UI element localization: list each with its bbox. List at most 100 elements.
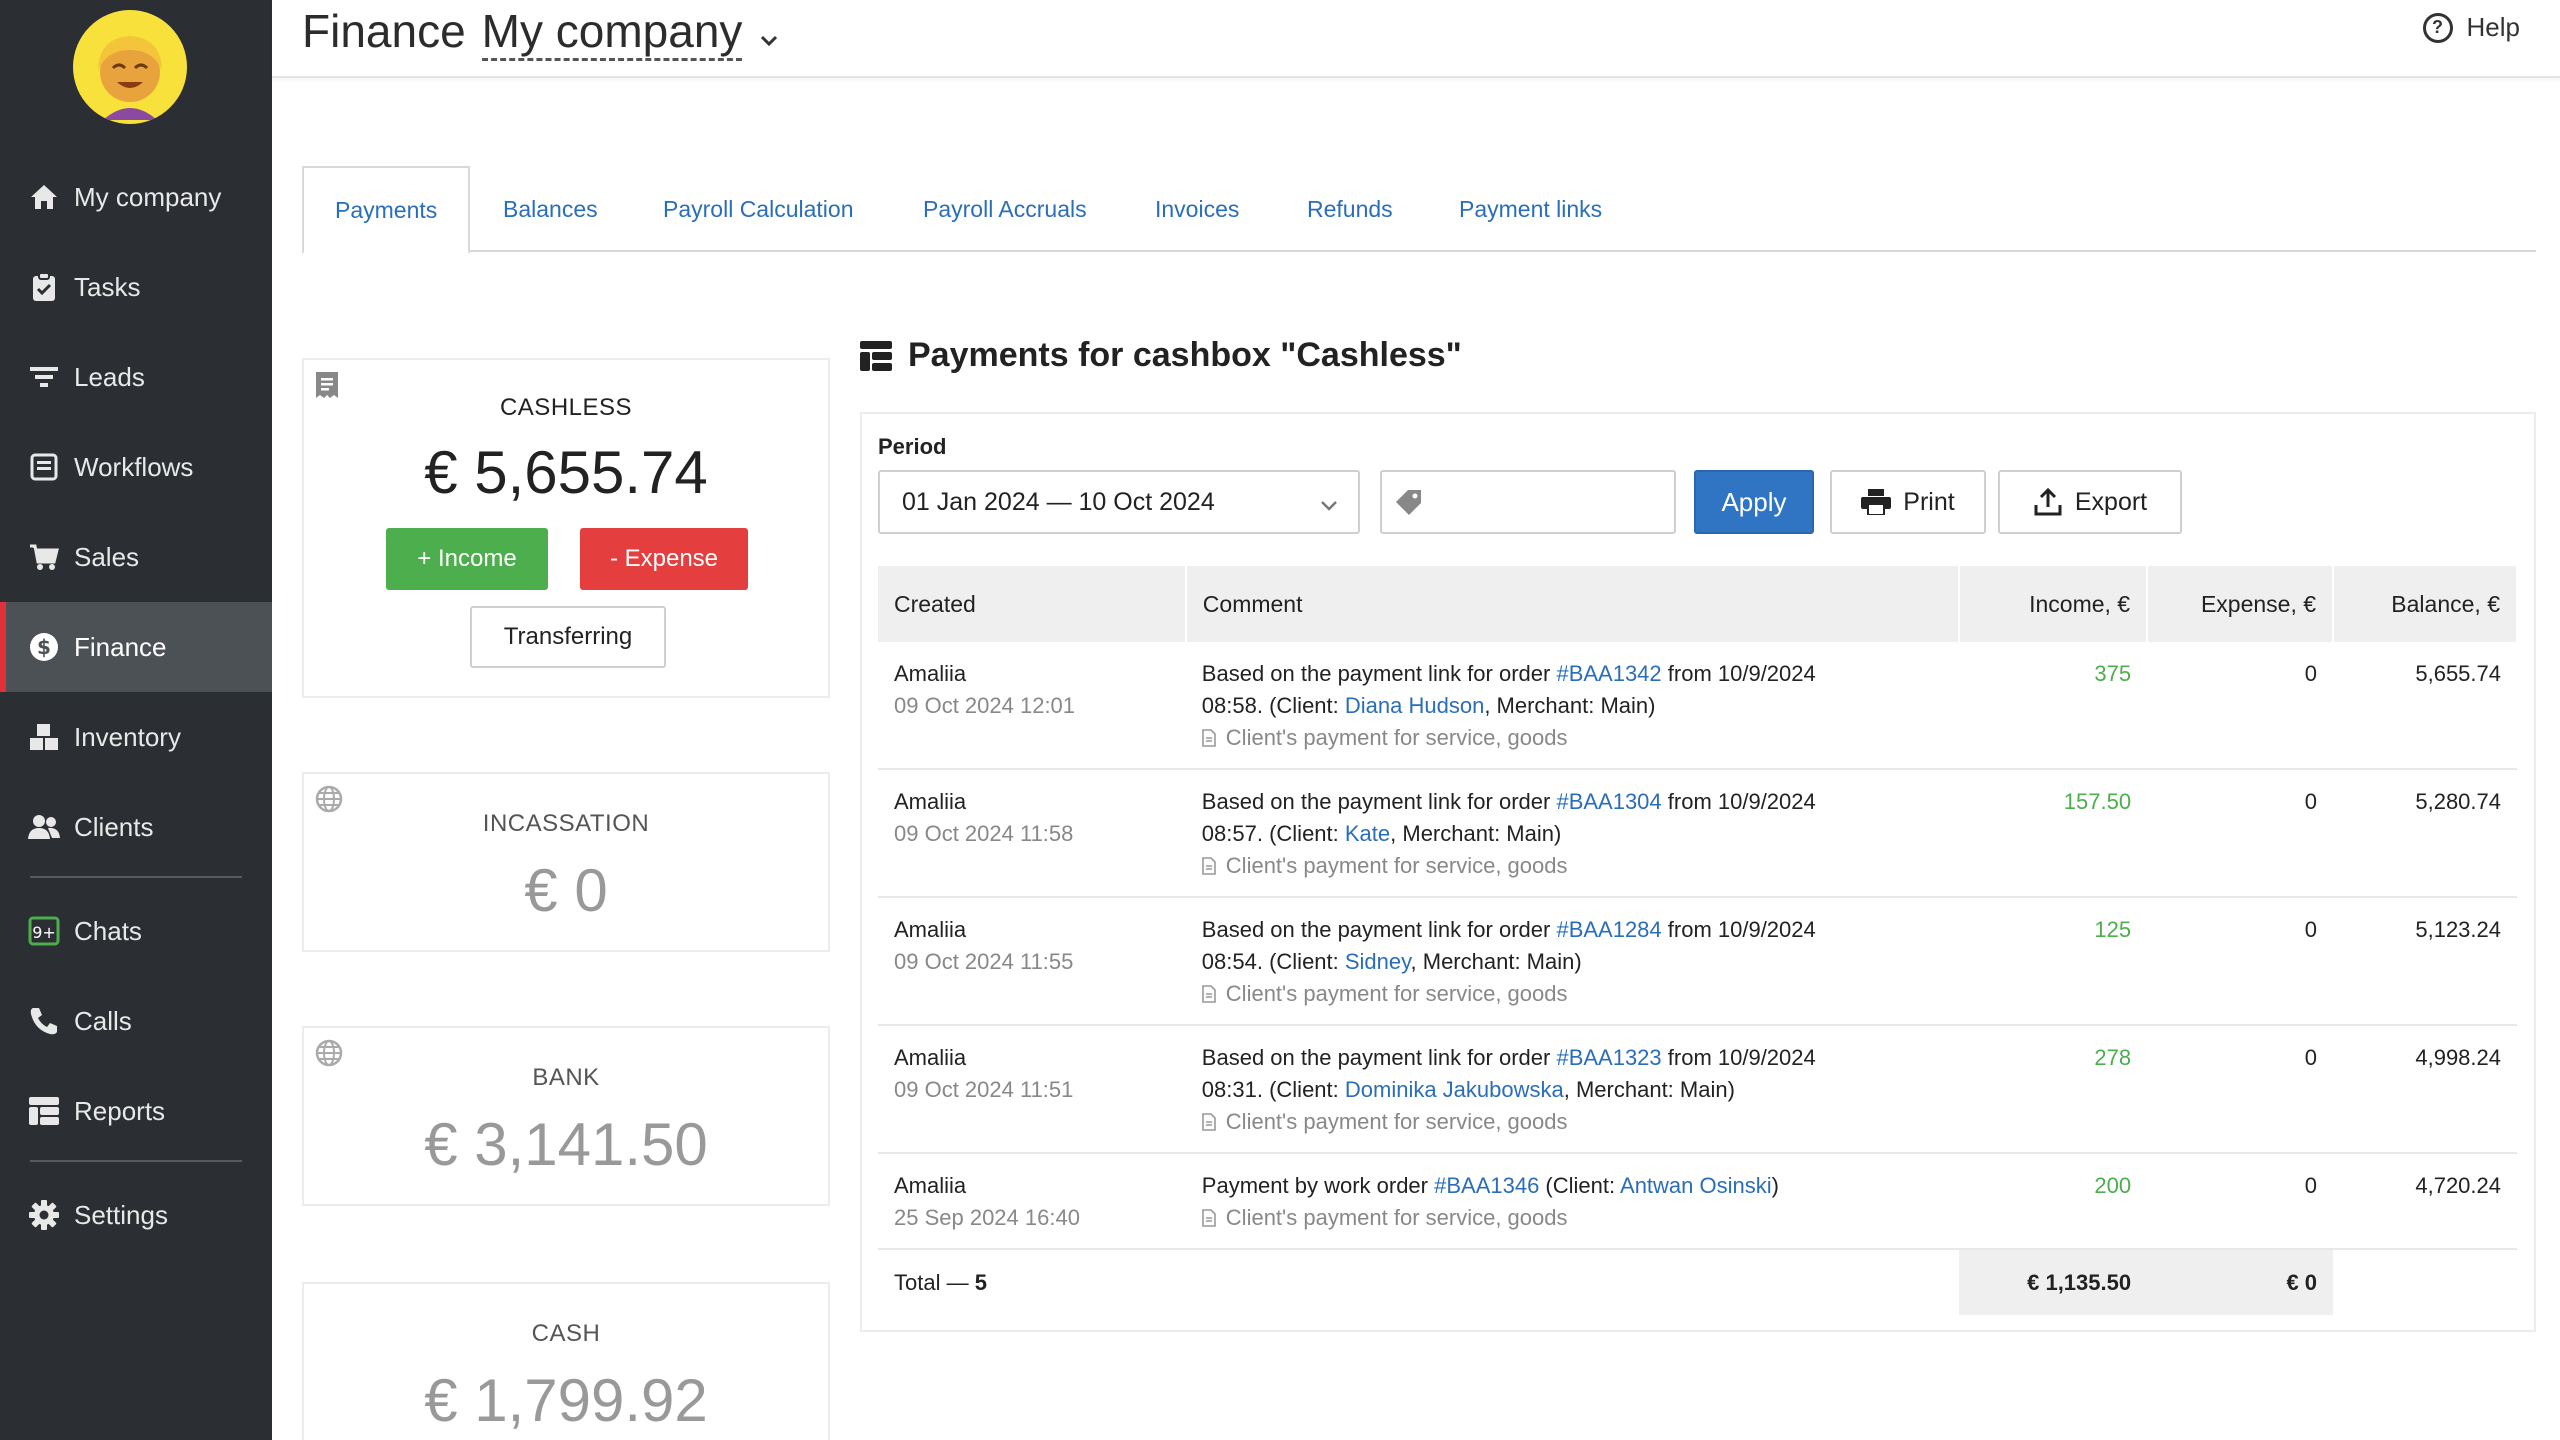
phone-icon: [28, 1005, 60, 1037]
order-link[interactable]: #BAA1342: [1556, 661, 1661, 686]
sidebar-item-tasks[interactable]: Tasks: [0, 242, 272, 332]
cashbox-card-incassation[interactable]: INCASSATION € 0: [302, 772, 830, 952]
col-created[interactable]: Created: [878, 566, 1187, 642]
transferring-button[interactable]: Transferring: [470, 606, 666, 668]
expense-value: 0: [2147, 769, 2334, 898]
sidebar-item-settings[interactable]: Settings: [0, 1170, 272, 1260]
created-date: 25 Sep 2024 16:40: [894, 1205, 1080, 1230]
add-expense-button[interactable]: - Expense: [580, 528, 748, 590]
sidebar-divider: [30, 1160, 242, 1162]
sidebar-item-label: Chats: [74, 915, 142, 946]
tag-filter-input[interactable]: [1380, 470, 1676, 534]
comment-text: from 10/9/2024: [1661, 789, 1816, 814]
company-selector[interactable]: My company: [481, 4, 743, 61]
order-link[interactable]: #BAA1284: [1556, 917, 1661, 942]
sidebar-divider: [30, 876, 242, 878]
export-button[interactable]: Export: [1998, 470, 2182, 534]
table-row[interactable]: Amaliia 25 Sep 2024 16:40 Payment by work…: [878, 1153, 2517, 1250]
tab-invoices[interactable]: Invoices: [1124, 166, 1270, 252]
sidebar-item-reports[interactable]: Reports: [0, 1066, 272, 1156]
sidebar-item-clients[interactable]: Clients: [0, 782, 272, 872]
sidebar-item-inventory[interactable]: Inventory: [0, 692, 272, 782]
created-by: Amaliia: [894, 1173, 967, 1198]
client-link[interactable]: Dominika Jakubowska: [1345, 1077, 1564, 1102]
cashbox-card-bank[interactable]: BANK € 3,141.50: [302, 1026, 830, 1206]
document-icon: [1201, 1209, 1216, 1227]
client-link[interactable]: Sidney: [1345, 949, 1411, 974]
payment-note: Client's payment for service, goods: [1225, 1205, 1568, 1230]
sidebar-item-label: Settings: [74, 1199, 168, 1230]
printer-icon: [1861, 489, 1892, 515]
table-row[interactable]: Amaliia 09 Oct 2024 11:55 Based on the pa…: [878, 897, 2517, 1026]
comment-text: (Client:: [1539, 1173, 1621, 1198]
users-icon: [28, 811, 60, 843]
sidebar-item-sales[interactable]: Sales: [0, 512, 272, 602]
comment-text: 08:31. (Client:: [1201, 1077, 1345, 1102]
table-total-row: Total — 5 € 1,135.50 € 0: [878, 1249, 2517, 1315]
payments-table: Created Comment Income, € Expense, € Bal…: [878, 566, 2518, 1315]
income-value: 375: [1959, 642, 2148, 770]
client-link[interactable]: Antwan Osinski: [1620, 1173, 1772, 1198]
document-icon: [1201, 985, 1216, 1003]
comment-text: from 10/9/2024: [1661, 917, 1816, 942]
print-button[interactable]: Print: [1830, 470, 1986, 534]
period-value: 01 Jan 2024 — 10 Oct 2024: [902, 487, 1215, 516]
sidebar-item-workflows[interactable]: Workflows: [0, 422, 272, 512]
sidebar-item-calls[interactable]: Calls: [0, 976, 272, 1066]
client-link[interactable]: Kate: [1345, 821, 1390, 846]
comment-text: , Merchant: Main): [1484, 693, 1656, 718]
tab-payroll-calculation[interactable]: Payroll Calculation: [632, 166, 884, 252]
add-income-button[interactable]: + Income: [386, 528, 548, 590]
sidebar-item-label: My company: [74, 181, 222, 212]
comment-text: ): [1771, 1173, 1779, 1198]
help-icon: ?: [2422, 12, 2453, 43]
sidebar-item-leads[interactable]: Leads: [0, 332, 272, 422]
created-date: 09 Oct 2024 11:51: [894, 1077, 1074, 1102]
tab-balances[interactable]: Balances: [472, 166, 629, 252]
table-row[interactable]: Amaliia 09 Oct 2024 11:58 Based on the pa…: [878, 769, 2517, 898]
income-value: 278: [1959, 1025, 2148, 1154]
expense-value: 0: [2147, 1025, 2334, 1154]
payments-title: Payments for cashbox "Cashless": [908, 336, 1462, 374]
reports-icon: [860, 340, 892, 371]
created-date: 09 Oct 2024 11:55: [894, 949, 1074, 974]
cashbox-amount: € 1,799.92: [424, 1367, 708, 1434]
tab-payment-links[interactable]: Payment links: [1428, 166, 1633, 252]
col-expense[interactable]: Expense, €: [2147, 566, 2335, 642]
tab-refunds[interactable]: Refunds: [1276, 166, 1424, 252]
col-comment[interactable]: Comment: [1185, 566, 1961, 642]
payment-note: Client's payment for service, goods: [1225, 1109, 1568, 1134]
cashbox-card-cashless[interactable]: CASHLESS € 5,655.74 + Income - Expense T…: [302, 358, 830, 698]
avatar-emoji-icon: [98, 36, 162, 120]
apply-button[interactable]: Apply: [1694, 470, 1814, 534]
svg-text:$: $: [37, 635, 51, 659]
cashbox-amount: € 3,141.50: [424, 1111, 708, 1178]
period-select[interactable]: 01 Jan 2024 — 10 Oct 2024: [878, 470, 1360, 534]
help-link[interactable]: ? Help: [2422, 12, 2520, 43]
sidebar-item-chats[interactable]: 9+ Chats: [0, 886, 272, 976]
avatar[interactable]: [73, 10, 187, 124]
sidebar-item-finance[interactable]: $ Finance: [0, 602, 272, 692]
col-balance[interactable]: Balance, €: [2333, 566, 2518, 642]
chevron-down-icon[interactable]: [760, 23, 778, 54]
comment-text: 08:57. (Client:: [1201, 821, 1345, 846]
col-income[interactable]: Income, €: [1959, 566, 2149, 642]
tab-payments[interactable]: Payments: [302, 166, 471, 254]
order-link[interactable]: #BAA1304: [1556, 789, 1661, 814]
sidebar-item-label: Sales: [74, 541, 140, 572]
export-label: Export: [2074, 487, 2148, 516]
order-link[interactable]: #BAA1323: [1556, 1045, 1661, 1070]
client-link[interactable]: Diana Hudson: [1345, 693, 1484, 718]
expense-value: 0: [2147, 897, 2334, 1026]
table-row[interactable]: Amaliia 09 Oct 2024 11:51 Based on the pa…: [878, 1025, 2517, 1154]
dollar-icon: $: [28, 631, 60, 663]
tab-payroll-accruals[interactable]: Payroll Accruals: [892, 166, 1118, 252]
table-row[interactable]: Amaliia 09 Oct 2024 12:01 Based on the pa…: [878, 642, 2517, 770]
order-link[interactable]: #BAA1346: [1434, 1173, 1539, 1198]
sidebar-item-my-company[interactable]: My company: [0, 152, 272, 242]
workflow-icon: [28, 451, 60, 483]
cashbox-card-cash[interactable]: CASH € 1,799.92: [302, 1282, 830, 1440]
sidebar-item-label: Finance: [74, 631, 167, 662]
section-heading: Payments for cashbox "Cashless": [860, 336, 1462, 375]
expense-value: 0: [2147, 1153, 2334, 1250]
